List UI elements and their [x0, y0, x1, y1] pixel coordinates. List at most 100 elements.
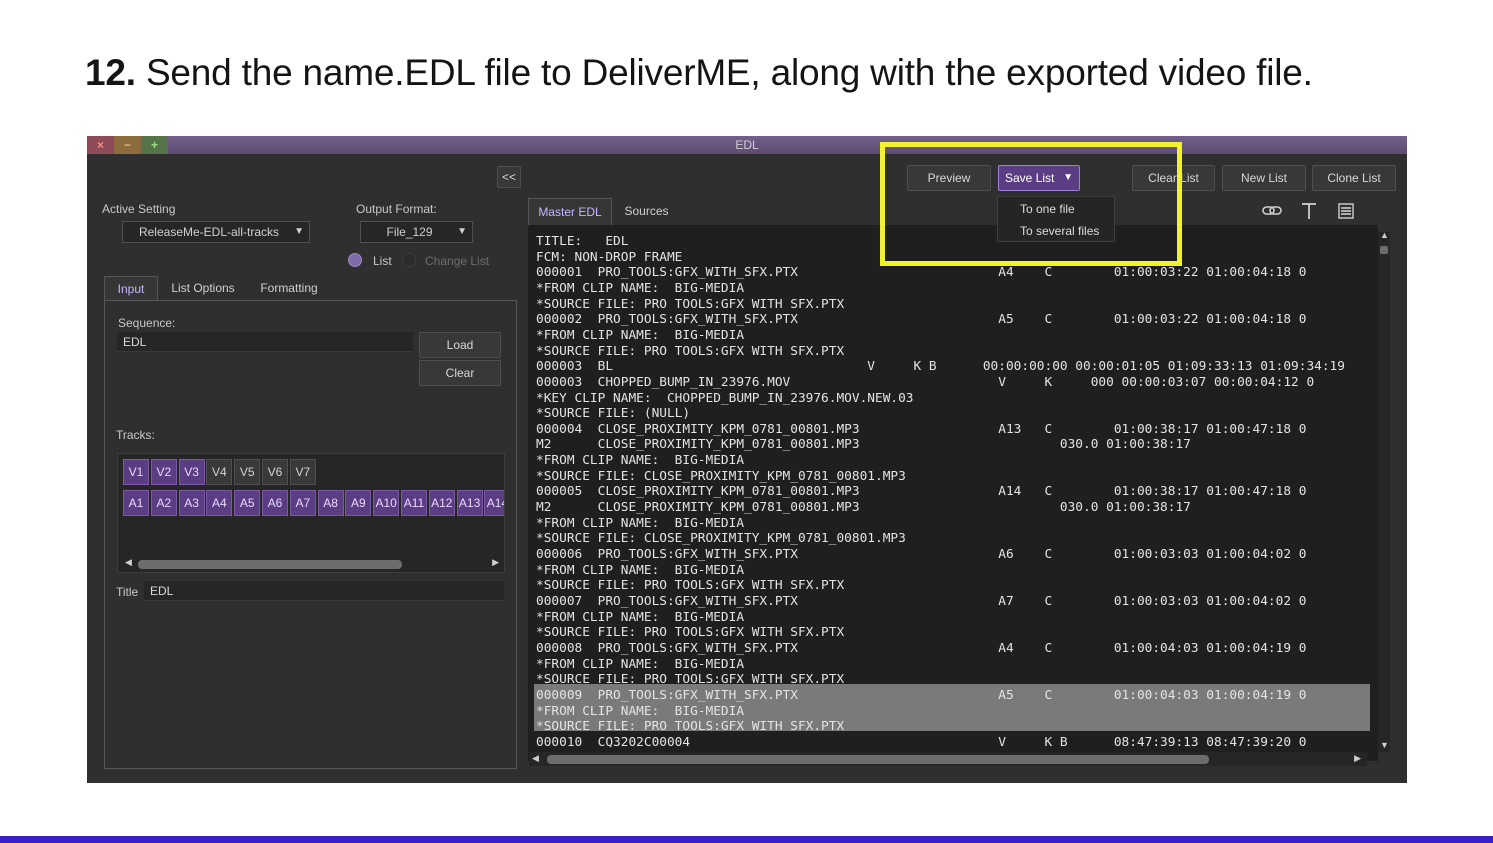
- arrow-right-icon[interactable]: ▶: [1354, 753, 1361, 764]
- track-a3[interactable]: A3: [178, 490, 205, 516]
- edl-text-area[interactable]: TITLE: EDL FCM: NON-DROP FRAME 000001 PRO_…: [528, 225, 1378, 761]
- tracks-label: Tracks:: [116, 428, 155, 442]
- edl-vscroll-thumb[interactable]: [1380, 246, 1388, 254]
- track-a4[interactable]: A4: [206, 490, 233, 516]
- radio-change-list-label: Change List: [425, 254, 490, 268]
- arrow-down-icon[interactable]: ▼: [1380, 740, 1389, 750]
- tracks-scroll-thumb[interactable]: [138, 560, 402, 569]
- edl-line: 000006 PRO_TOOLS:GFX_WITH_SFX.PTX A6 C 0…: [536, 547, 1307, 562]
- callout-highlight-box: [880, 142, 1182, 266]
- tracks-scrollbar[interactable]: ◀ ▶: [122, 557, 502, 571]
- track-v3[interactable]: V3: [178, 459, 205, 485]
- track-v6[interactable]: V6: [262, 459, 288, 485]
- clear-sequence-button[interactable]: Clear: [419, 360, 501, 386]
- arrow-left-icon[interactable]: ◀: [125, 557, 132, 568]
- radio-list-label: List: [373, 254, 392, 268]
- sequence-field[interactable]: EDL: [117, 332, 413, 352]
- edl-line: M2 CLOSE_PROXIMITY_KPM_0781_00801.MP3 03…: [536, 437, 1191, 453]
- tab-input[interactable]: Input: [104, 276, 158, 301]
- edl-line: 000003 CHOPPED_BUMP_IN_23976.MOV V K 000…: [536, 374, 1315, 390]
- track-v7[interactable]: V7: [289, 459, 316, 485]
- step-number: 12.: [85, 52, 136, 93]
- edl-line: *FROM CLIP NAME: BIG-MEDIA: [536, 327, 745, 343]
- edl-line: *SOURCE FILE: PRO TOOLS:GFX WITH SFX.PTX: [536, 578, 845, 594]
- clone-list-button[interactable]: Clone List: [1312, 165, 1396, 191]
- track-v1[interactable]: V1: [123, 459, 149, 485]
- edl-line: 000008 PRO_TOOLS:GFX_WITH_SFX.PTX A4 C 0…: [536, 640, 1307, 656]
- window-title: EDL: [735, 138, 759, 152]
- active-setting-dropdown[interactable]: ReleaseMe-EDL-all-tracks ▼: [122, 221, 310, 243]
- bottom-accent-bar: [0, 836, 1493, 843]
- track-a2[interactable]: A2: [150, 490, 177, 516]
- edl-horizontal-scrollbar[interactable]: ◀ ▶: [529, 752, 1367, 766]
- tracks-box: V1 V2 V3 V4 V5 V6 V7 A1 A2 A3 A4 A5 A6 A7 A8 A9 A10 A11 A…: [117, 453, 505, 573]
- chevron-down-icon: ▼: [457, 226, 467, 237]
- list-icon[interactable]: [1338, 203, 1354, 219]
- edl-line: *SOURCE FILE: PRO TOOLS:GFX WITH SFX.PTX: [536, 719, 845, 735]
- track-a10[interactable]: A10: [373, 490, 400, 516]
- edl-line: *FROM CLIP NAME: BIG-MEDIA: [536, 703, 745, 719]
- edl-line: *SOURCE FILE: PRO TOOLS:GFX WITH SFX.PTX: [536, 625, 845, 641]
- arrow-right-icon[interactable]: ▶: [492, 557, 499, 568]
- edl-line: 000002 PRO_TOOLS:GFX_WITH_SFX.PTX A5 C 0…: [536, 312, 1307, 328]
- track-a14[interactable]: A14: [484, 490, 504, 516]
- edl-line: 000005 CLOSE_PROXIMITY_KPM_0781_00801.MP…: [536, 484, 1307, 500]
- step-instruction: Send the name.EDL file to DeliverME, alo…: [145, 52, 1313, 93]
- active-setting-label: Active Setting: [102, 202, 176, 216]
- arrow-left-icon[interactable]: ◀: [532, 753, 539, 764]
- edl-line: M2 CLOSE_PROXIMITY_KPM_0781_00801.MP3 03…: [536, 500, 1191, 516]
- edl-line: *FROM CLIP NAME: BIG-MEDIA: [536, 609, 745, 625]
- track-a13[interactable]: A13: [456, 490, 483, 516]
- track-v4[interactable]: V4: [206, 459, 233, 485]
- edl-line: *SOURCE FILE: PRO TOOLS:GFX WITH SFX.PTX: [536, 343, 845, 359]
- output-format-value: File_129: [386, 225, 433, 239]
- edl-window: × − + EDL << Preview Save List ▼ Clear L…: [87, 136, 1407, 783]
- track-v5[interactable]: V5: [234, 459, 261, 485]
- edl-line: *FROM CLIP NAME: BIG-MEDIA: [536, 656, 745, 672]
- edl-line: *SOURCE FILE: PRO TOOLS:GFX WITH SFX.PTX: [536, 672, 845, 688]
- arrow-up-icon[interactable]: ▲: [1380, 230, 1389, 240]
- edl-line: 000001 PRO_TOOLS:GFX_WITH_SFX.PTX A4 C 0…: [536, 265, 1307, 281]
- edl-line: *FROM CLIP NAME: BIG-MEDIA: [536, 515, 745, 531]
- edl-line: *SOURCE FILE: PRO TOOLS:GFX WITH SFX.PTX: [536, 296, 845, 312]
- chevron-down-icon: ▼: [294, 226, 304, 237]
- tab-formatting[interactable]: Formatting: [249, 276, 329, 301]
- radio-change-list[interactable]: [402, 253, 416, 267]
- edl-line: *FROM CLIP NAME: BIG-MEDIA: [536, 453, 745, 469]
- output-format-label: Output Format:: [356, 202, 437, 216]
- tab-list-options[interactable]: List Options: [164, 276, 242, 301]
- title-field[interactable]: EDL: [144, 581, 504, 601]
- edl-hscroll-thumb[interactable]: [547, 755, 1209, 764]
- edl-line: 000010 CQ3202C00004 V K B 08:47:39:13 08…: [536, 734, 1307, 750]
- edl-vertical-scrollbar[interactable]: ▲ ▼: [1378, 230, 1390, 752]
- edl-line: *FROM CLIP NAME: BIG-MEDIA: [536, 280, 745, 296]
- track-v2[interactable]: V2: [150, 459, 177, 485]
- tab-master-edl[interactable]: Master EDL: [528, 198, 612, 226]
- track-a7[interactable]: A7: [289, 490, 316, 516]
- edl-line: *SOURCE FILE: CLOSE_PROXIMITY_KPM_0781_0…: [536, 468, 906, 484]
- title-label: Title: [116, 585, 139, 599]
- track-a12[interactable]: A12: [428, 490, 455, 516]
- link-icon[interactable]: [1262, 204, 1282, 218]
- track-a9[interactable]: A9: [345, 490, 372, 516]
- edl-line: 000007 PRO_TOOLS:GFX_WITH_SFX.PTX A7 C 0…: [536, 593, 1307, 609]
- output-format-dropdown[interactable]: File_129 ▼: [360, 221, 473, 243]
- edl-line: *SOURCE FILE: (NULL): [536, 406, 691, 422]
- radio-list[interactable]: [348, 253, 362, 267]
- track-a1[interactable]: A1: [123, 490, 149, 516]
- track-a11[interactable]: A11: [401, 490, 427, 516]
- edl-line: *FROM CLIP NAME: BIG-MEDIA: [536, 562, 745, 578]
- track-a6[interactable]: A6: [262, 490, 288, 516]
- track-a5[interactable]: A5: [234, 490, 261, 516]
- edl-line: *SOURCE FILE: CLOSE_PROXIMITY_KPM_0781_0…: [536, 531, 906, 547]
- edl-line: TITLE: EDL: [536, 234, 629, 249]
- edl-line: 000004 CLOSE_PROXIMITY_KPM_0781_00801.MP…: [536, 421, 1307, 437]
- title-bar: × − + EDL: [87, 136, 1407, 154]
- new-list-button[interactable]: New List: [1222, 165, 1306, 191]
- load-button[interactable]: Load: [419, 332, 501, 358]
- tab-sources[interactable]: Sources: [619, 198, 674, 226]
- text-icon[interactable]: [1301, 202, 1317, 220]
- track-a8[interactable]: A8: [317, 490, 344, 516]
- edl-line: FCM: NON-DROP FRAME: [536, 249, 683, 265]
- collapse-panel-button[interactable]: <<: [497, 166, 521, 188]
